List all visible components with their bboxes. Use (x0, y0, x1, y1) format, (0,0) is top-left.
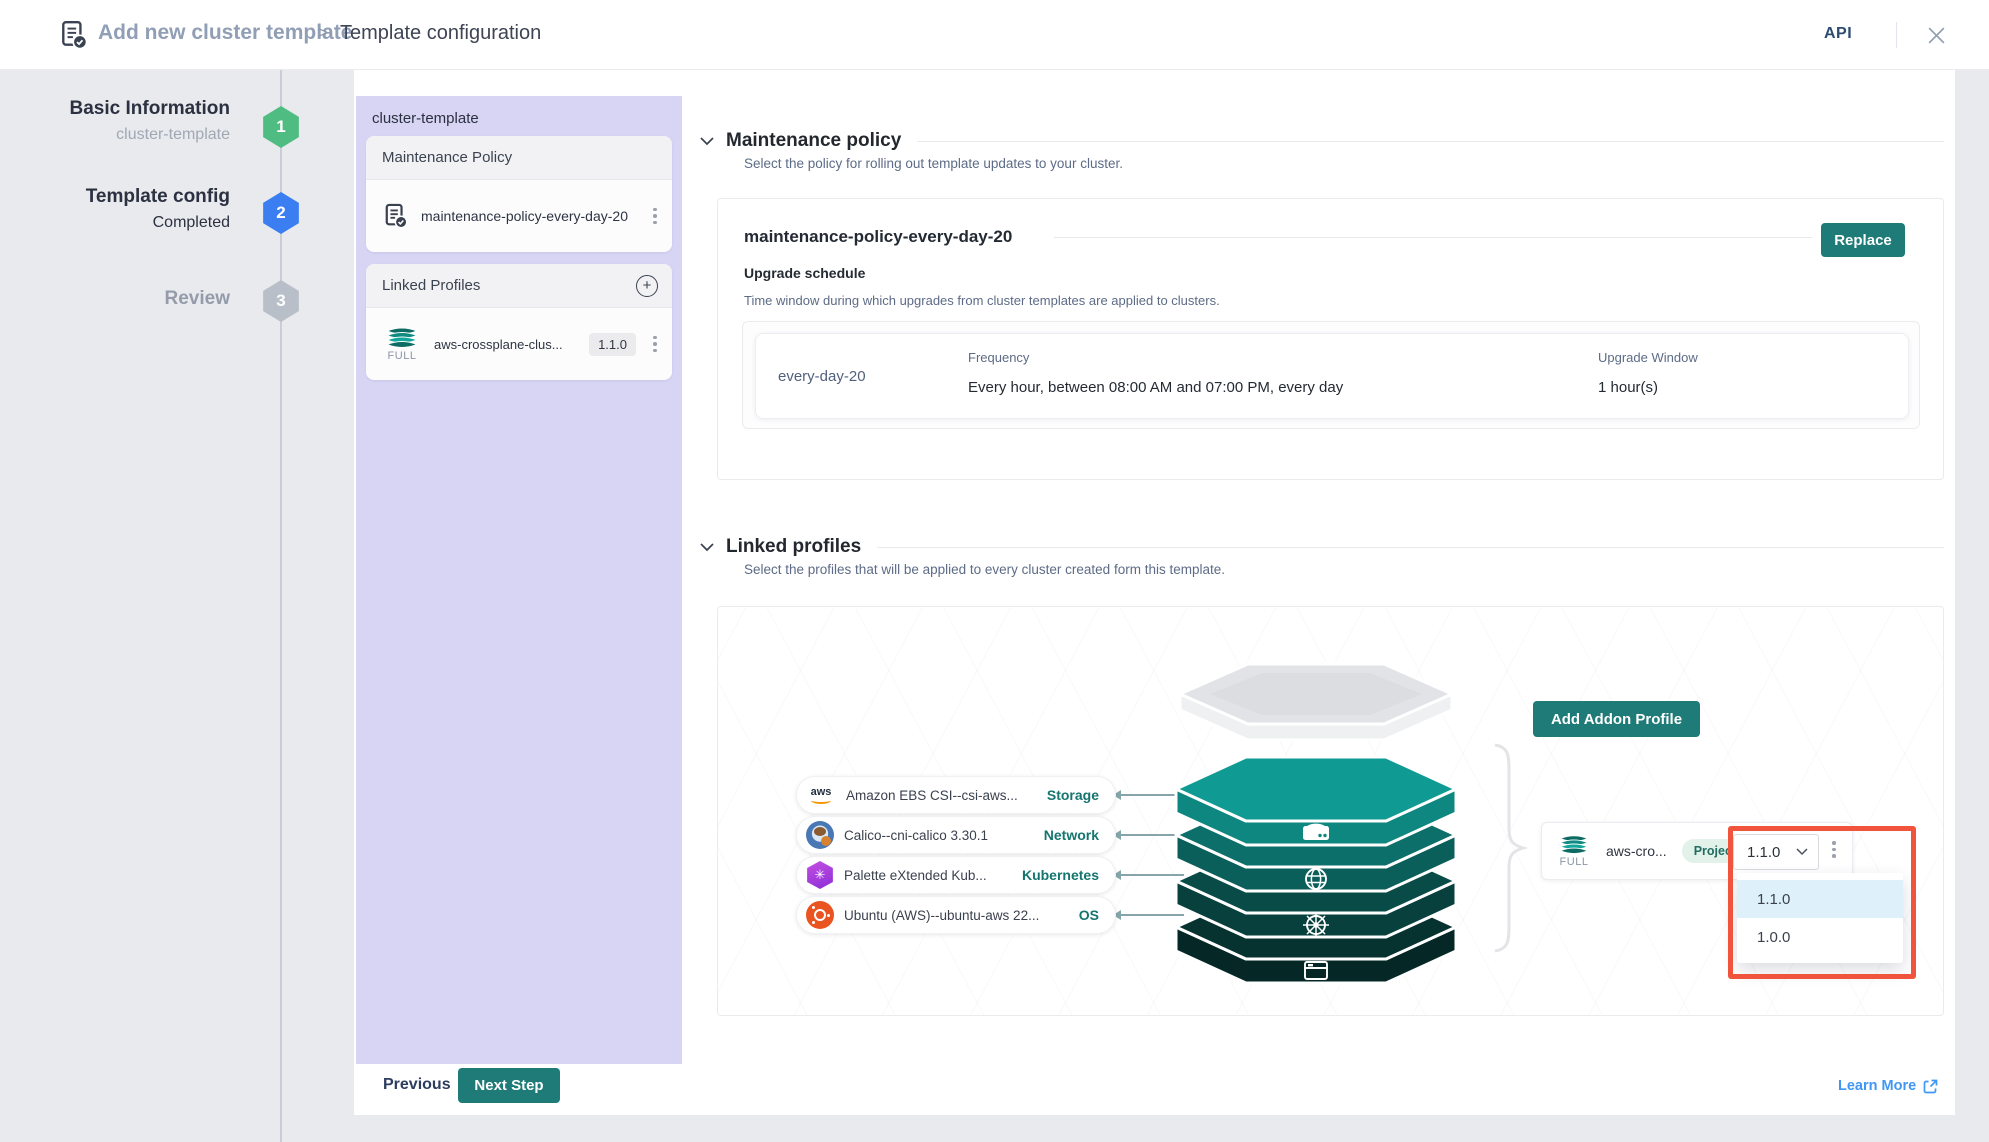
breadcrumb-current: Template configuration (340, 22, 541, 45)
cluster-stack-illustration (1166, 649, 1466, 994)
step-title: Template config (86, 186, 230, 208)
version-option-1-0-0[interactable]: 1.0.0 (1737, 918, 1903, 956)
upgrade-window-value: 1 hour(s) (1598, 379, 1908, 396)
layer-pill-network[interactable]: Calico--cni-calico 3.30.1 Network (796, 816, 1116, 854)
layer-category: Storage (1047, 787, 1099, 803)
step-title: Review (165, 288, 230, 310)
section-subtitle: Select the policy for rolling out templa… (744, 156, 1123, 171)
kebab-menu-icon[interactable] (648, 208, 662, 225)
step-title: Basic Information (70, 98, 230, 120)
collapse-chevron-icon[interactable] (700, 543, 714, 552)
layer-name: Palette eXtended Kub... (844, 868, 987, 883)
template-tree-panel: cluster-template Maintenance Policy main… (356, 96, 682, 1064)
upgrade-window-cell: Upgrade Window 1 hour(s) (1598, 334, 1908, 418)
learn-more-label: Learn More (1838, 1078, 1916, 1094)
schedule-name-cell: every-day-20 (756, 334, 968, 418)
version-select-value: 1.1.0 (1747, 844, 1780, 861)
version-badge: 1.1.0 (589, 333, 636, 356)
calico-icon (806, 821, 834, 849)
version-select[interactable]: 1.1.0 (1733, 834, 1819, 870)
step-subtitle: Completed (153, 214, 230, 232)
server-icon (1303, 824, 1329, 840)
header-divider (1896, 22, 1897, 48)
document-check-icon (384, 203, 408, 229)
breadcrumb-separator: > (318, 23, 328, 43)
section-subtitle: Select the profiles that will be applied… (744, 562, 1225, 577)
add-profile-plus-icon[interactable]: + (636, 275, 658, 297)
schedule-name: every-day-20 (778, 368, 866, 385)
add-addon-profile-button[interactable]: Add Addon Profile (1533, 701, 1700, 737)
kebab-menu-icon[interactable] (1827, 841, 1841, 858)
profile-scope-label: FULL (1560, 856, 1589, 868)
section-rule (877, 547, 1944, 548)
maintenance-policy-tree-header: Maintenance Policy (366, 136, 672, 180)
learn-more-link[interactable]: Learn More (1838, 1078, 1938, 1094)
palette-icon: ✳ (806, 861, 834, 889)
frequency-cell: Frequency Every hour, between 08:00 AM a… (968, 334, 1598, 418)
section-title: Maintenance policy (726, 130, 901, 152)
kebab-menu-icon[interactable] (648, 336, 662, 353)
layer-category: Network (1044, 827, 1099, 843)
layer-pill-os[interactable]: Ubuntu (AWS)--ubuntu-aws 22... OS (796, 896, 1116, 934)
frequency-label: Frequency (968, 350, 1598, 365)
layer-pill-kubernetes[interactable]: ✳ Palette eXtended Kub... Kubernetes (796, 856, 1116, 894)
profile-item-row[interactable]: FULL aws-crossplane-clus... 1.1.0 (366, 308, 672, 380)
linked-profiles-card: aws Amazon EBS CSI--csi-aws... Storage C… (717, 606, 1944, 1016)
layer-pill-storage[interactable]: aws Amazon EBS CSI--csi-aws... Storage (796, 776, 1116, 814)
step-hexagon-2: 2 (262, 192, 300, 234)
version-dropdown: 1.1.0 1.0.0 (1737, 873, 1903, 963)
upgrade-schedule-title: Upgrade schedule (744, 265, 865, 281)
profile-item-name: aws-crossplane-clus... (434, 337, 589, 352)
schedule-row: every-day-20 Frequency Every hour, betwe… (755, 333, 1909, 419)
document-check-icon (60, 20, 88, 55)
close-icon[interactable] (1926, 25, 1947, 51)
chevron-down-icon (1796, 848, 1808, 856)
policy-item-name: maintenance-policy-every-day-20 (421, 208, 648, 224)
brace-decoration (1493, 743, 1527, 953)
profile-layers-icon: FULL (384, 326, 420, 362)
breadcrumb-parent-link[interactable]: Add new cluster template (98, 21, 352, 45)
maintenance-policy-card: maintenance-policy-every-day-20 Replace … (717, 198, 1944, 480)
app-header: Add new cluster template > Template conf… (0, 0, 1989, 70)
policy-rule (1054, 237, 1812, 238)
previous-button[interactable]: Previous (383, 1076, 451, 1094)
schedule-container: every-day-20 Frequency Every hour, betwe… (742, 321, 1920, 429)
profile-scope-label: FULL (388, 350, 417, 362)
external-link-icon (1923, 1079, 1938, 1094)
layer-name: Ubuntu (AWS)--ubuntu-aws 22... (844, 908, 1039, 923)
policy-item-row[interactable]: maintenance-policy-every-day-20 (366, 180, 672, 252)
policy-name: maintenance-policy-every-day-20 (744, 227, 1012, 247)
upgrade-schedule-desc: Time window during which upgrades from c… (744, 293, 1220, 308)
aws-icon: aws (806, 782, 836, 808)
wizard-steps-sidebar: Basic Information cluster-template 1 Tem… (0, 70, 354, 1142)
add-cluster-template-screen: Add new cluster template > Template conf… (0, 0, 1989, 1142)
layer-category: Kubernetes (1022, 867, 1099, 883)
section-title: Linked profiles (726, 536, 861, 558)
collapse-chevron-icon[interactable] (700, 137, 714, 146)
linked-profiles-tree-header: Linked Profiles + (366, 264, 672, 308)
linked-profiles-section-header: Linked profiles (700, 536, 1944, 558)
layer-name: Calico--cni-calico 3.30.1 (844, 828, 988, 843)
step-hexagon-1: 1 (262, 106, 300, 148)
profile-layers-icon: FULL (1557, 834, 1591, 868)
ubuntu-icon (806, 901, 834, 929)
version-option-1-1-0[interactable]: 1.1.0 (1737, 880, 1903, 918)
panel-title: cluster-template (372, 110, 479, 127)
frequency-value: Every hour, between 08:00 AM and 07:00 P… (968, 379, 1598, 396)
linked-profiles-tree-card: Linked Profiles + FULL aws-crossplane-cl… (366, 264, 672, 380)
addon-profile-name: aws-cro... (1606, 843, 1667, 859)
step-hexagon-3: 3 (262, 280, 300, 322)
next-step-button[interactable]: Next Step (458, 1068, 560, 1103)
maintenance-policy-tree-card: Maintenance Policy maintenance-policy-ev… (366, 136, 672, 252)
layer-name: Amazon EBS CSI--csi-aws... (846, 788, 1018, 803)
linked-profiles-header-label: Linked Profiles (382, 277, 480, 294)
layer-category: OS (1079, 907, 1099, 923)
maintenance-policy-section-header: Maintenance policy (700, 130, 1944, 152)
replace-button[interactable]: Replace (1821, 223, 1905, 257)
upgrade-window-label: Upgrade Window (1598, 350, 1908, 365)
section-rule (917, 141, 1944, 142)
step-subtitle: cluster-template (116, 126, 230, 144)
api-link[interactable]: API (1824, 25, 1852, 43)
